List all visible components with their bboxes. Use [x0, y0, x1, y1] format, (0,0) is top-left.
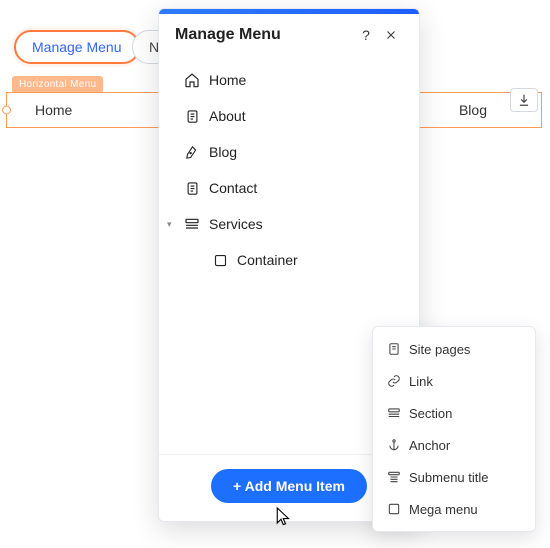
- panel-header: Manage Menu ?: [159, 14, 419, 56]
- caret-down-icon[interactable]: ▾: [167, 219, 172, 230]
- label: Services: [209, 216, 263, 232]
- menu-item-contact[interactable]: Contact: [159, 170, 419, 206]
- horizontal-menu-tag: Horizontal Menu: [12, 76, 103, 93]
- label: Submenu title: [409, 470, 489, 485]
- home-icon: [181, 72, 203, 88]
- label: Link: [409, 374, 433, 389]
- label: Home: [209, 72, 246, 88]
- link-icon: [387, 374, 409, 388]
- popup-item-link[interactable]: Link: [373, 365, 535, 397]
- container-icon: [209, 253, 231, 268]
- menu-bar-item-home[interactable]: Home: [7, 102, 100, 118]
- resize-handle[interactable]: [2, 106, 11, 115]
- anchor-icon: [387, 438, 409, 452]
- download-icon: [517, 93, 531, 107]
- label: + Add Menu Item: [233, 478, 345, 494]
- label: Home: [35, 102, 72, 118]
- mega-menu-icon: [387, 502, 409, 516]
- pen-icon: [181, 145, 203, 160]
- menu-item-services[interactable]: ▾ Services: [159, 206, 419, 242]
- help-icon[interactable]: ?: [357, 27, 375, 43]
- download-button[interactable]: [510, 88, 538, 112]
- label: Blog: [459, 102, 487, 118]
- label: Anchor: [409, 438, 450, 453]
- popup-item-anchor[interactable]: Anchor: [373, 429, 535, 461]
- label: Contact: [209, 180, 257, 196]
- menu-item-blog[interactable]: Blog: [159, 134, 419, 170]
- page-icon: [181, 181, 203, 196]
- popup-item-submenu[interactable]: Submenu title: [373, 461, 535, 493]
- label: Manage Menu: [32, 39, 122, 55]
- panel-title: Manage Menu: [175, 26, 347, 44]
- label: Container: [237, 252, 298, 268]
- manage-menu-pill[interactable]: Manage Menu: [14, 30, 140, 64]
- close-icon[interactable]: [385, 29, 403, 41]
- label: Mega menu: [409, 502, 478, 517]
- popup-item-section[interactable]: Section: [373, 397, 535, 429]
- submenu-icon: [387, 470, 409, 484]
- page-icon: [181, 109, 203, 124]
- menu-item-container[interactable]: Container: [159, 242, 419, 278]
- label: Site pages: [409, 342, 470, 357]
- label: Blog: [209, 144, 237, 160]
- popup-item-mega-menu[interactable]: Mega menu: [373, 493, 535, 525]
- menu-item-about[interactable]: About: [159, 98, 419, 134]
- page-icon: [387, 342, 409, 356]
- add-item-popup: Site pages Link Section Anchor Submenu t…: [372, 326, 536, 532]
- label: About: [209, 108, 246, 124]
- popup-item-site-pages[interactable]: Site pages: [373, 333, 535, 365]
- add-menu-item-button[interactable]: + Add Menu Item: [211, 469, 367, 503]
- section-icon: [181, 216, 203, 232]
- section-icon: [387, 406, 409, 420]
- label: Horizontal Menu: [19, 79, 96, 90]
- menu-item-home[interactable]: Home: [159, 62, 419, 98]
- label: Section: [409, 406, 452, 421]
